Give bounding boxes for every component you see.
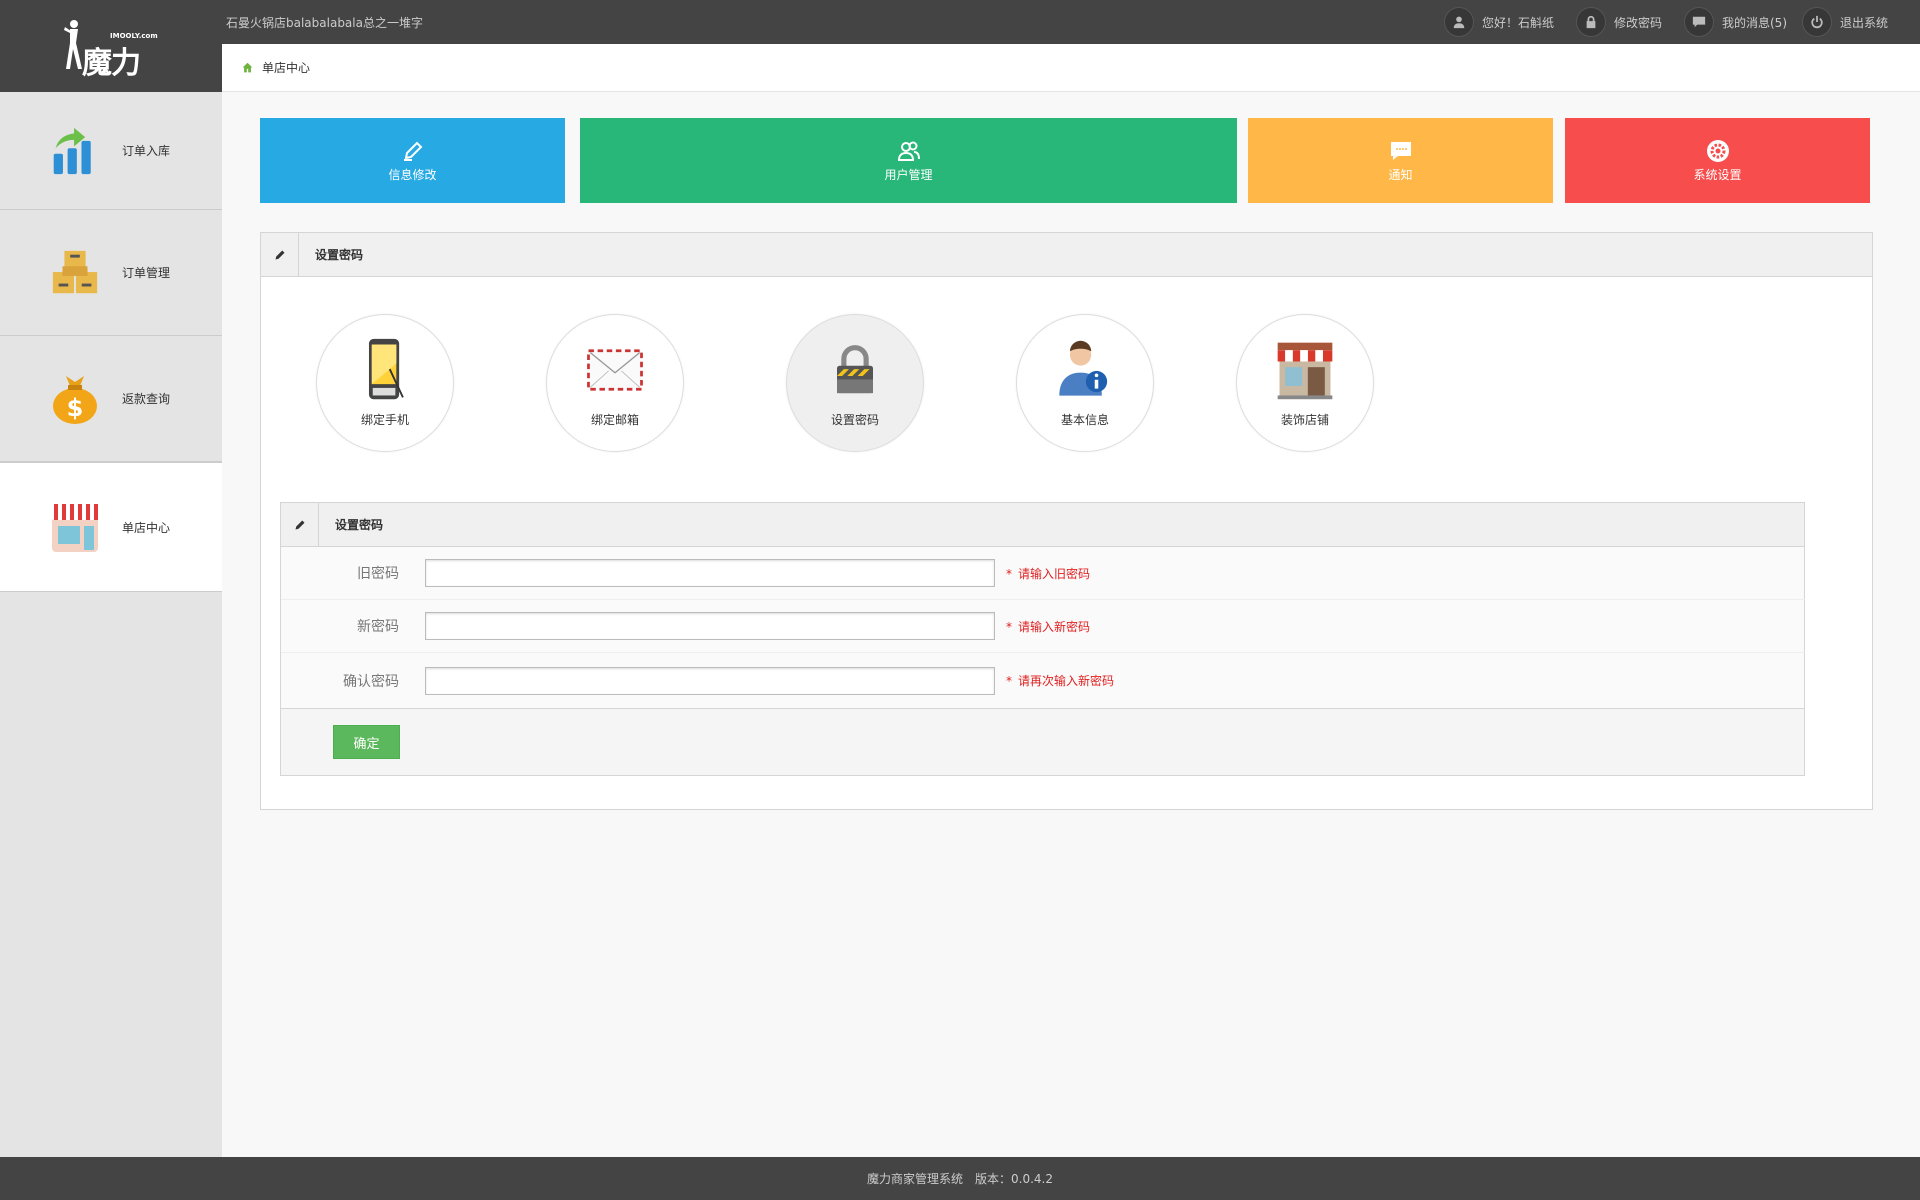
phone-icon [350, 335, 420, 405]
sidebar-item-order-management[interactable]: 订单管理 [0, 210, 222, 336]
field-label: 旧密码 [357, 566, 399, 582]
form-row-confirm-password: 确认密码 * 请再次输入新密码 [281, 653, 1805, 709]
circle-label: 绑定手机 [360, 413, 409, 427]
message-icon [1684, 7, 1714, 37]
user-icon [1444, 7, 1474, 37]
money-bag-icon: $ [48, 372, 102, 426]
sidebar-item-order-storage[interactable]: 订单入库 [0, 92, 222, 210]
field-hint: * 请输入旧密码 [1006, 565, 1090, 582]
lock-icon [1576, 7, 1606, 37]
circle-bind-phone[interactable]: 绑定手机 [316, 314, 454, 452]
required-mark: * [1006, 566, 1012, 581]
nav-logout-label: 退出系统 [1840, 15, 1889, 30]
nav-messages[interactable]: 我的消息(5) [1684, 7, 1787, 37]
padlock-icon [820, 335, 890, 405]
nav-logout[interactable]: 退出系统 [1802, 7, 1888, 37]
footer: 魔力商家管理系统 版本：0.0.4.2 [0, 1157, 1920, 1200]
sidebar-item-label: 订单管理 [122, 266, 171, 280]
svg-text:$: $ [67, 394, 84, 422]
chat-icon [1390, 141, 1411, 160]
shop-name: 石曼火锅店balabalabala总之一堆字 [226, 16, 423, 30]
field-hint-text: 请输入旧密码 [1018, 566, 1091, 581]
circle-decorate-store[interactable]: 装饰店铺 [1236, 314, 1374, 452]
pencil-icon [403, 141, 422, 161]
password-form-panel: 设置密码 旧密码 * 请输入旧密码 新密码 * 请输入新密码 确认密码 * 请再次输入… [280, 502, 1805, 776]
store-icon [48, 500, 102, 554]
pencil-icon [281, 502, 319, 547]
field-label: 确认密码 [343, 673, 399, 690]
outer-panel-title: 设置密码 [315, 248, 364, 262]
nav-user-greeting[interactable]: 您好！石斛纸 [1444, 7, 1554, 37]
logo[interactable]: IMOOLY.com 魔力网 [0, 0, 222, 125]
nav-messages-label: 我的消息(5) [1722, 15, 1787, 30]
circle-label: 绑定邮箱 [590, 413, 639, 427]
chart-up-icon [48, 124, 102, 178]
required-mark: * [1006, 619, 1012, 634]
field-hint: * 请输入新密码 [1006, 618, 1090, 635]
sidebar-item-label: 订单入库 [122, 144, 171, 158]
form-panel-title: 设置密码 [335, 518, 384, 532]
nav-user-label: 您好！石斛纸 [1482, 15, 1555, 30]
envelope-icon [580, 335, 650, 405]
user-info-icon [1050, 335, 1120, 405]
form-panel-header: 设置密码 [281, 502, 1804, 547]
breadcrumb: 单店中心 [222, 44, 1920, 92]
sidebar-item-refund-query[interactable]: $ 返款查询 [0, 336, 222, 462]
pencil-icon [261, 232, 299, 277]
boxes-icon [48, 246, 102, 300]
confirm-password-input[interactable] [425, 666, 995, 695]
circle-label: 设置密码 [830, 413, 879, 427]
field-hint-text: 请输入新密码 [1018, 619, 1091, 634]
breadcrumb-label: 单店中心 [262, 61, 311, 75]
circle-basic-info[interactable]: 基本信息 [1016, 314, 1154, 452]
old-password-input[interactable] [425, 559, 995, 587]
sidebar-item-store-center[interactable]: 单店中心 [0, 462, 222, 592]
confirm-button[interactable]: 确定 [333, 725, 400, 759]
tile-info-edit[interactable]: 信息修改 [260, 118, 565, 203]
tile-notification[interactable]: 通知 [1248, 118, 1553, 203]
nav-change-password-label: 修改密码 [1614, 15, 1663, 30]
tile-user-management[interactable]: 用户管理 [580, 118, 1237, 203]
sidebar-item-label: 单店中心 [122, 520, 171, 535]
sidebar-item-label: 返款查询 [122, 392, 171, 406]
tile-label: 通知 [1388, 167, 1413, 182]
tile-label: 信息修改 [388, 167, 437, 182]
tile-system-settings[interactable]: 系统设置 [1565, 118, 1870, 203]
tile-label: 用户管理 [884, 167, 933, 182]
gear-icon [1706, 139, 1729, 162]
required-mark: * [1006, 674, 1012, 688]
power-icon [1802, 7, 1832, 37]
tile-label: 系统设置 [1693, 167, 1742, 182]
outer-panel-header: 设置密码 [261, 232, 1872, 277]
circle-label: 基本信息 [1060, 413, 1109, 427]
form-actions [281, 709, 1804, 775]
nav-change-password[interactable]: 修改密码 [1576, 7, 1662, 37]
sidebar: 订单入库 订单管理 $ 返款查询 单店中心 [0, 92, 222, 1157]
users-icon [897, 141, 920, 161]
field-hint-text: 请再次输入新密码 [1018, 674, 1115, 688]
footer-version: 版本：0.0.4.2 [975, 1172, 1053, 1186]
form-row-new-password: 新密码 * 请输入新密码 [281, 600, 1805, 653]
top-bar: 石曼火锅店balabalabala总之一堆字 您好！石斛纸 修改密码 我的消息(… [0, 0, 1920, 44]
circle-set-password[interactable]: 设置密码 [786, 314, 924, 452]
footer-system-name: 魔力商家管理系统 [867, 1172, 964, 1186]
circle-label: 装饰店铺 [1280, 413, 1329, 427]
new-password-input[interactable] [425, 612, 995, 640]
field-label: 新密码 [357, 619, 399, 635]
field-hint: * 请再次输入新密码 [1006, 672, 1114, 689]
form-row-old-password: 旧密码 * 请输入旧密码 [281, 547, 1805, 600]
home-icon [242, 62, 253, 73]
shop-front-icon [1270, 335, 1340, 405]
circle-bind-email[interactable]: 绑定邮箱 [546, 314, 684, 452]
